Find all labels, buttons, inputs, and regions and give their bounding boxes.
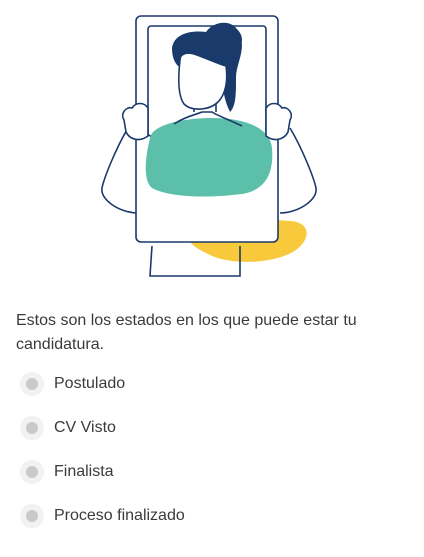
status-label: CV Visto [54, 419, 116, 436]
status-item-cv-visto: CV Visto [20, 416, 185, 440]
status-list: Postulado CV Visto Finalista Proceso fin… [20, 372, 185, 548]
candidate-illustration [101, 15, 317, 277]
status-item-postulado: Postulado [20, 372, 185, 396]
status-dot-icon [20, 460, 44, 484]
status-label: Postulado [54, 375, 126, 392]
status-dot-icon [20, 372, 44, 396]
intro-text: Estos son los estados en los que puede e… [16, 312, 357, 353]
status-dot-icon [20, 416, 44, 440]
teal-blob [145, 118, 273, 197]
status-dot-icon [20, 504, 44, 528]
status-label: Proceso finalizado [54, 507, 185, 524]
status-item-finalista: Finalista [20, 460, 185, 484]
status-label: Finalista [54, 463, 114, 480]
status-item-proceso-finalizado: Proceso finalizado [20, 504, 185, 528]
